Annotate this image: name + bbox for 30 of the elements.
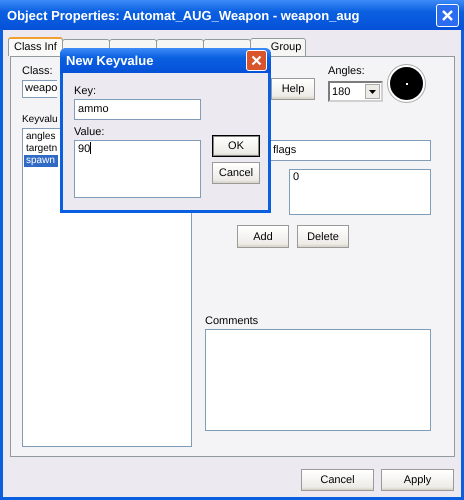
window-title: Object Properties: Automat_AUG_Weapon - weapon_aug bbox=[7, 8, 360, 22]
field-label: Value: bbox=[74, 126, 106, 139]
close-icon bbox=[251, 55, 262, 66]
dialog-title: New Keyvalue bbox=[66, 53, 154, 68]
list-item[interactable]: spawn bbox=[24, 155, 58, 167]
dialog-button[interactable]: Cancel bbox=[212, 162, 260, 184]
text-cursor bbox=[90, 142, 92, 154]
value-field[interactable]: 0 bbox=[289, 169, 431, 215]
key-field[interactable]: ammo bbox=[74, 99, 201, 120]
field-label: Key: bbox=[74, 85, 98, 98]
action-button[interactable]: Add bbox=[237, 225, 289, 248]
field-label: Keyvalu bbox=[22, 113, 59, 126]
field-label: Class: bbox=[22, 65, 54, 78]
close-icon bbox=[441, 8, 454, 22]
field-label: Angles: bbox=[328, 65, 366, 78]
class-field[interactable]: weapo bbox=[22, 80, 57, 98]
action-button[interactable]: Delete bbox=[297, 225, 349, 248]
help-button[interactable]: Help bbox=[271, 78, 315, 100]
key-field[interactable]: flags bbox=[270, 140, 431, 161]
angle-dial[interactable] bbox=[388, 65, 425, 102]
angles-dropdown[interactable]: 180 bbox=[328, 81, 383, 102]
field-label: Comments bbox=[205, 315, 260, 328]
close-button[interactable] bbox=[246, 50, 267, 71]
comments-field[interactable] bbox=[205, 329, 431, 431]
value-field[interactable]: 90 bbox=[74, 140, 201, 198]
footer-button[interactable]: Apply bbox=[381, 469, 454, 491]
footer-button[interactable]: Cancel bbox=[301, 469, 374, 491]
dialog-button[interactable]: OK bbox=[212, 135, 260, 157]
tab[interactable]: Class Inf bbox=[8, 37, 63, 56]
close-button[interactable] bbox=[436, 4, 459, 26]
